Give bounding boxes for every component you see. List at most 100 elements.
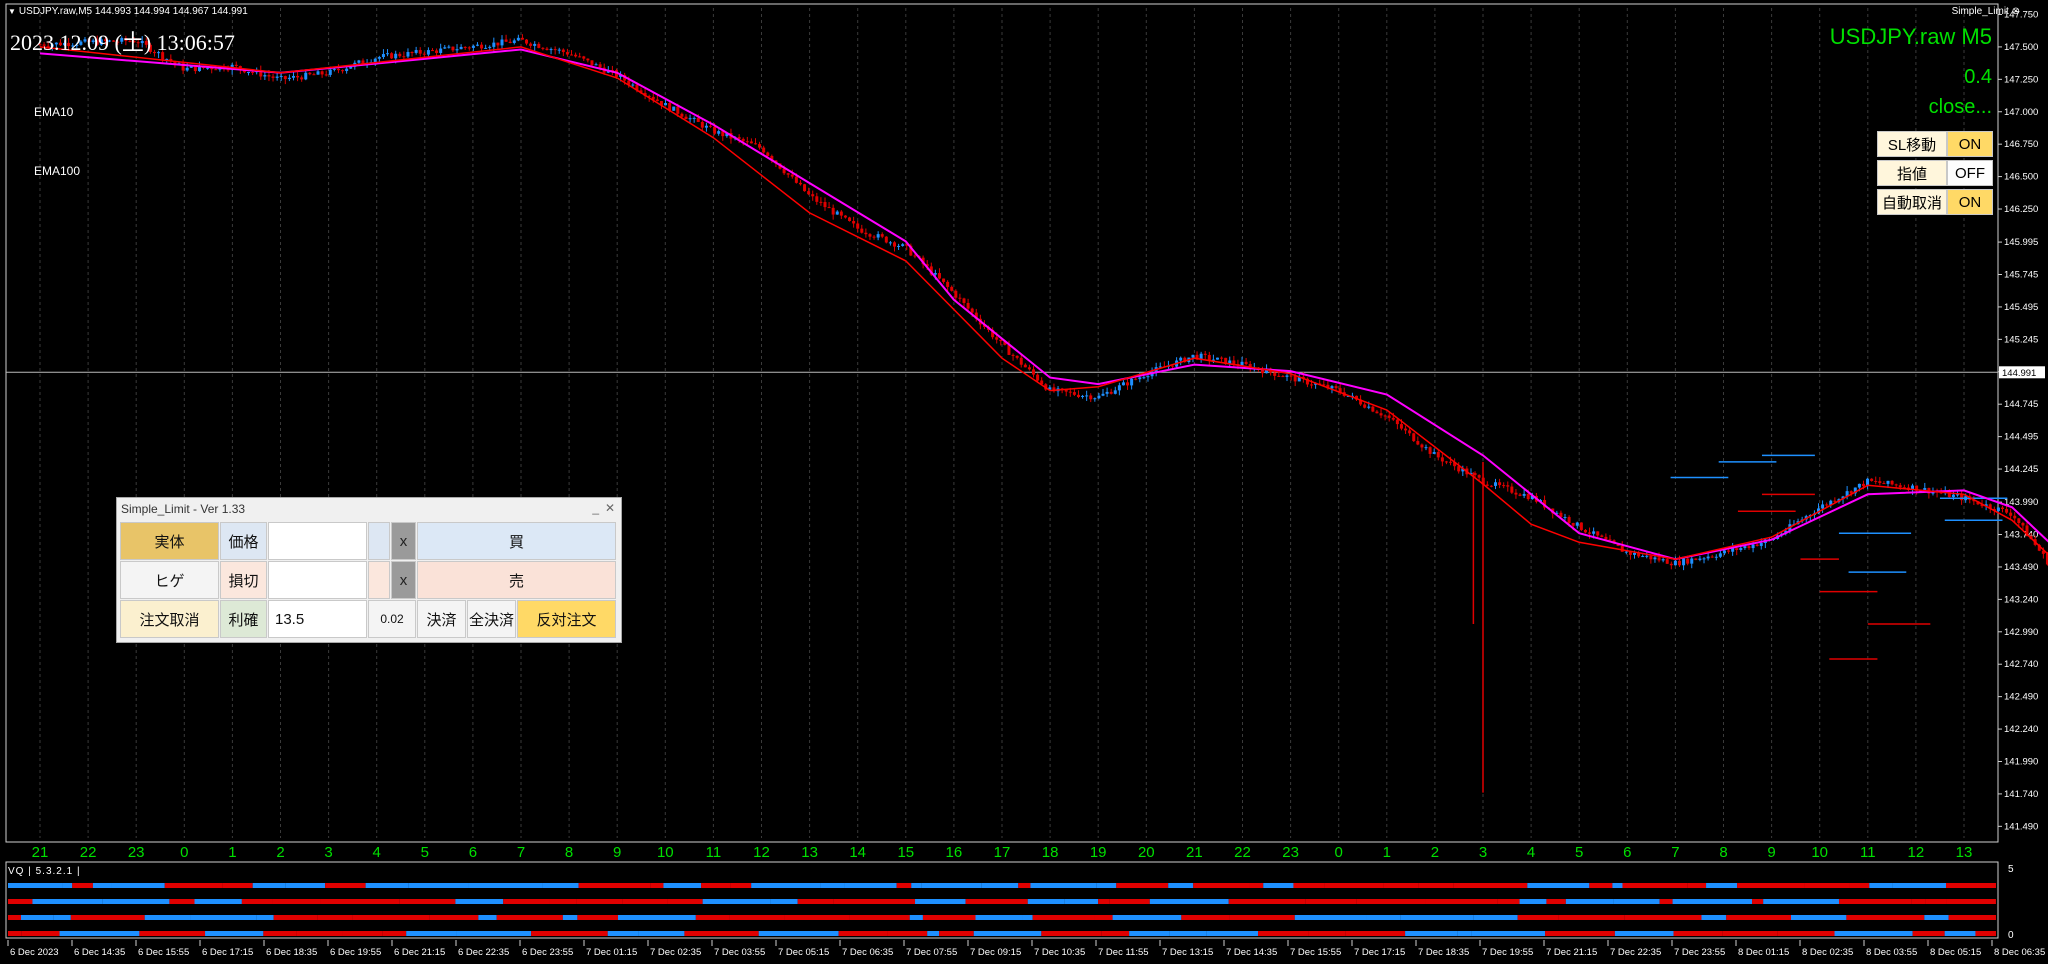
candle-body — [1604, 536, 1608, 540]
candle-body — [1130, 378, 1134, 386]
candle-body — [279, 76, 283, 78]
vq-segment — [730, 883, 752, 888]
candle-body — [263, 75, 267, 77]
date-label: 7 Dec 15:55 — [1290, 947, 1341, 958]
candle-body — [537, 43, 541, 48]
settle-button[interactable]: 決済 — [417, 600, 466, 638]
date-label: 7 Dec 10:35 — [1034, 947, 1085, 958]
stop-loss-input[interactable] — [268, 561, 367, 599]
toggle-panel: SL移動 ON 指値 OFF 自動取消 ON — [1877, 131, 1993, 218]
subwindow-scale-top: 5 — [2008, 864, 2014, 875]
vq-segment — [1849, 883, 1870, 888]
chevron-down-icon[interactable]: ▼ — [8, 7, 16, 16]
sell-button[interactable]: 売 — [417, 561, 616, 599]
candle-body — [1023, 364, 1027, 368]
price-input[interactable] — [268, 522, 367, 560]
candle-body — [753, 143, 757, 145]
candle-body — [1690, 558, 1694, 564]
date-label: 6 Dec 17:15 — [202, 947, 253, 958]
vq-segment — [1098, 899, 1110, 904]
clear-price-button[interactable]: x — [391, 522, 416, 560]
candle-body — [291, 75, 295, 78]
toggle-sl-move-button[interactable]: ON — [1947, 131, 1993, 157]
candle-body — [1502, 485, 1506, 487]
candle-body — [1244, 361, 1248, 365]
candle-body — [1686, 558, 1690, 564]
clear-sl-button[interactable]: x — [391, 561, 416, 599]
candle-body — [1755, 544, 1759, 546]
toggle-limit-button[interactable]: OFF — [1947, 160, 1993, 186]
candle-body — [1019, 357, 1023, 365]
candle-body — [410, 52, 414, 54]
date-label: 6 Dec 2023 — [10, 947, 59, 958]
candle-body — [463, 46, 467, 48]
cancel-order-button[interactable]: 注文取消 — [120, 600, 219, 638]
vq-segment — [8, 931, 22, 936]
candle-body — [1698, 558, 1702, 560]
vq-segment — [650, 883, 664, 888]
price-tick-label: 145.245 — [2004, 334, 2038, 345]
vq-segment — [205, 931, 264, 936]
candle-body — [852, 221, 856, 224]
lot-size-input[interactable]: 0.02 — [368, 600, 416, 638]
vq-segment — [496, 915, 563, 920]
candle-body — [1179, 357, 1183, 361]
candle-body — [1645, 555, 1649, 557]
candle-body — [1649, 555, 1653, 560]
price-chart[interactable]: 21 22 23 0 1 2 3 4 5 6 7 8 9 10 11 12 13 14 15 16 17 18 19 20 21… — [0, 0, 2048, 964]
candle-body — [1310, 384, 1314, 386]
vq-segment — [1405, 931, 1458, 936]
vq-segment — [272, 899, 321, 904]
hour-label: 7 — [517, 844, 525, 861]
wick-mode-button[interactable]: ヒゲ — [120, 561, 219, 599]
vq-segment — [1094, 915, 1113, 920]
close-icon[interactable]: ✕ — [605, 501, 615, 515]
body-mode-button[interactable]: 実体 — [120, 522, 219, 560]
candle-body — [864, 232, 868, 235]
candle-body — [892, 242, 896, 247]
candle-body — [1890, 480, 1894, 485]
vq-segment — [1912, 931, 1945, 936]
candle-body — [1428, 447, 1432, 454]
vq-segment — [797, 899, 834, 904]
candle-body — [586, 58, 590, 61]
hour-label: 0 — [180, 844, 188, 861]
vq-segment — [576, 899, 623, 904]
candle-body — [1105, 391, 1109, 394]
date-label: 7 Dec 06:35 — [842, 947, 893, 958]
candle-body — [696, 117, 700, 122]
vq-segment — [667, 899, 703, 904]
vq-segment — [169, 899, 195, 904]
panel-titlebar[interactable]: Simple_Limit - Ver 1.33 _ ✕ — [117, 498, 621, 520]
candle-body — [676, 106, 680, 114]
candle-body — [970, 308, 974, 313]
settle-all-button[interactable]: 全決済 — [467, 600, 516, 638]
candle-body — [336, 68, 340, 71]
vq-segment — [241, 899, 273, 904]
candle-body — [1081, 395, 1085, 397]
candle-body — [398, 53, 402, 57]
candle-body — [508, 41, 512, 43]
vq-segment — [1206, 931, 1259, 936]
take-profit-input[interactable]: 13.5 — [268, 600, 367, 638]
vq-segment — [1527, 883, 1590, 888]
vq-segment — [273, 915, 318, 920]
vq-segment — [21, 931, 60, 936]
candle-body — [1641, 556, 1645, 558]
candle-body — [373, 58, 377, 63]
reverse-order-button[interactable]: 反対注文 — [517, 600, 616, 638]
indicator-settings-icon[interactable]: ⊗ — [2009, 6, 2020, 17]
toggle-auto-cancel-button[interactable]: ON — [1947, 189, 1993, 215]
minimize-icon[interactable]: _ — [592, 501, 599, 515]
hour-label: 23 — [128, 844, 145, 861]
candle-body — [1485, 484, 1489, 486]
vq-segment — [921, 883, 982, 888]
vq-segment — [887, 931, 928, 936]
buy-button[interactable]: 買 — [417, 522, 616, 560]
candle-body — [582, 56, 586, 59]
vq-segment — [1258, 931, 1309, 936]
hour-label: 8 — [1719, 844, 1727, 861]
candle-body — [1743, 546, 1747, 549]
vq-segment — [1722, 931, 1778, 936]
hour-label: 6 — [1623, 844, 1631, 861]
